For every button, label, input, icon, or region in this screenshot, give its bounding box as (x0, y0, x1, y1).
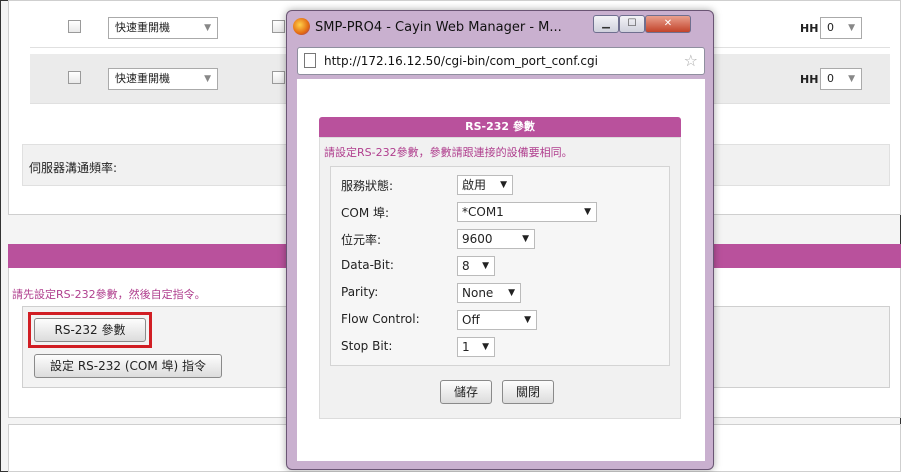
hh-select-value: 0 (827, 21, 834, 34)
minimize-button[interactable]: ▁ (593, 15, 619, 33)
flow-control-value: Off (462, 313, 480, 327)
url-bar[interactable]: http://172.16.12.50/cgi-bin/com_port_con… (297, 47, 705, 75)
window-close-button[interactable]: ✕ (645, 15, 691, 33)
popup-content: RS-232 參數 請設定RS-232參數，參數請跟連接的設備要相同。 服務狀態… (297, 79, 705, 461)
service-status-value: 啟用 (462, 178, 487, 192)
popup-window: SMP-PRO4 - Cayin Web Manager - M... ▁ ☐ … (286, 10, 714, 470)
popup-titlebar[interactable]: SMP-PRO4 - Cayin Web Manager - M... ▁ ☐ … (287, 11, 713, 43)
baud-rate-select[interactable]: 9600 ▼ (457, 229, 535, 249)
data-bit-select[interactable]: 8 ▼ (457, 256, 495, 276)
chevron-down-icon: ▼ (482, 342, 489, 352)
dialog-title: RS-232 參數 (319, 117, 681, 137)
rs232-command-button[interactable]: 設定 RS-232 (COM 埠) 指令 (34, 354, 222, 378)
chevron-down-icon: ▼ (204, 74, 211, 84)
close-button[interactable]: 關閉 (502, 380, 554, 404)
hh-select[interactable]: 0 ▼ (820, 68, 862, 90)
stop-bit-value: 1 (462, 340, 470, 354)
hh-select[interactable]: 0 ▼ (820, 17, 862, 39)
row-checkbox-2[interactable] (272, 20, 285, 33)
hh-label: HH (800, 22, 819, 35)
data-bit-value: 8 (462, 259, 470, 273)
field-label-databit: Data-Bit: (341, 258, 394, 272)
row-checkbox[interactable] (68, 20, 81, 33)
field-label-parity: Parity: (341, 285, 379, 299)
chevron-down-icon: ▼ (848, 74, 855, 84)
chevron-down-icon: ▼ (524, 315, 531, 325)
com-port-value: *COM1 (462, 205, 504, 219)
dialog-body: 請設定RS-232參數，參數請跟連接的設備要相同。 服務狀態: 啟用 ▼ COM … (319, 137, 681, 419)
save-button[interactable]: 儲存 (440, 380, 492, 404)
hh-select-value: 0 (827, 72, 834, 85)
parity-value: None (462, 286, 494, 300)
highlight-box (28, 312, 152, 348)
chevron-down-icon: ▼ (522, 234, 529, 244)
hh-label: HH (800, 73, 819, 86)
page-icon (304, 53, 316, 68)
field-label-baud: 位元率: (341, 233, 382, 247)
flow-control-select[interactable]: Off ▼ (457, 310, 537, 330)
stop-bit-select[interactable]: 1 ▼ (457, 337, 495, 357)
action-select-value: 快速重開機 (115, 72, 170, 85)
chevron-down-icon: ▼ (508, 288, 515, 298)
star-icon[interactable]: ☆ (684, 51, 698, 70)
com-port-select[interactable]: *COM1 ▼ (457, 202, 597, 222)
parity-select[interactable]: None ▼ (457, 283, 521, 303)
chevron-down-icon: ▼ (584, 207, 591, 217)
url-text: http://172.16.12.50/cgi-bin/com_port_con… (324, 54, 598, 68)
chevron-down-icon: ▼ (204, 23, 211, 33)
action-select[interactable]: 快速重開機 ▼ (108, 68, 218, 90)
field-label-flow: Flow Control: (341, 312, 420, 326)
field-label-com: COM 埠: (341, 206, 390, 220)
firefox-icon (293, 18, 310, 35)
chevron-down-icon: ▼ (500, 180, 507, 190)
chevron-down-icon: ▼ (482, 261, 489, 271)
rs232-note: 請先設定RS-232參數，然後自定指令。 (12, 288, 206, 301)
baud-rate-value: 9600 (462, 232, 493, 246)
field-label-service: 服務狀態: (341, 179, 394, 193)
service-status-select[interactable]: 啟用 ▼ (457, 175, 513, 195)
chevron-down-icon: ▼ (848, 23, 855, 33)
maximize-button[interactable]: ☐ (619, 15, 645, 33)
action-select-value: 快速重開機 (115, 21, 170, 34)
instruction-text: 請設定RS-232參數，參數請跟連接的設備要相同。 (324, 146, 573, 159)
field-label-stopbit: Stop Bit: (341, 339, 393, 353)
row-checkbox-2[interactable] (272, 71, 285, 84)
action-select[interactable]: 快速重開機 ▼ (108, 17, 218, 39)
server-freq-label: 伺服器溝通頻率: (29, 161, 118, 175)
settings-form: 服務狀態: 啟用 ▼ COM 埠: *COM1 ▼ 位元率: 9600 ▼ Data-… (330, 166, 670, 366)
window-title: SMP-PRO4 - Cayin Web Manager - M... (315, 20, 562, 35)
row-checkbox[interactable] (68, 71, 81, 84)
